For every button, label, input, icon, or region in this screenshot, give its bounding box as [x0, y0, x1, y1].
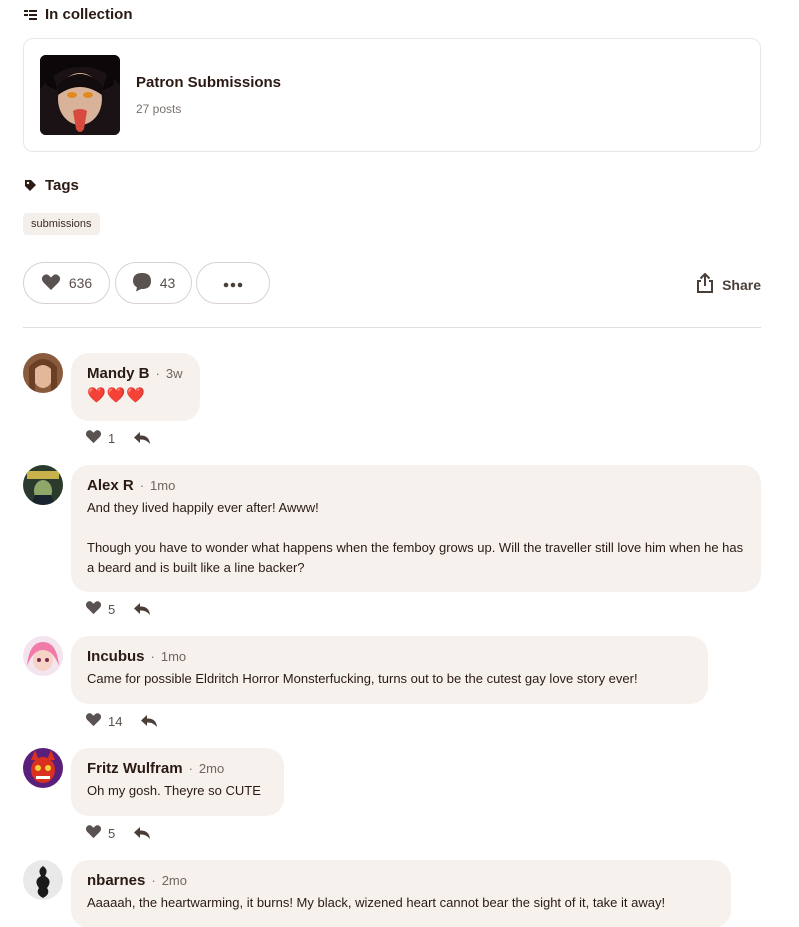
comment-author[interactable]: Mandy B — [87, 365, 150, 382]
comment-like-count: 1 — [108, 430, 116, 446]
avatar[interactable] — [23, 860, 63, 900]
comment-author[interactable]: Incubus — [87, 648, 145, 665]
comment-author[interactable]: nbarnes — [87, 872, 145, 889]
share-button[interactable]: Share — [696, 272, 761, 296]
comment-actions: 5 — [85, 600, 151, 618]
comment-like-count: 14 — [108, 713, 123, 729]
comment-button[interactable]: 43 — [115, 262, 192, 304]
comment-bubble: Mandy B · 3w ❤️❤️❤️ — [71, 353, 200, 421]
comment-text: Oh my gosh. Theyre so CUTE — [87, 783, 261, 798]
comment-text: Aaaaah, the heartwarming, it burns! My b… — [87, 895, 666, 910]
divider — [23, 327, 761, 328]
comment-time[interactable]: 1mo — [150, 478, 175, 493]
collection-post-count: 27 posts — [136, 102, 182, 116]
like-count: 636 — [68, 275, 93, 291]
comment-count: 43 — [159, 275, 176, 291]
more-options-button[interactable] — [196, 262, 270, 304]
collection-heading: In collection — [23, 6, 133, 23]
more-horizontal-icon — [223, 275, 243, 291]
tag-icon — [23, 179, 37, 193]
reply-icon[interactable] — [133, 602, 151, 616]
separator-dot: · — [151, 873, 156, 888]
heart-icon[interactable] — [85, 824, 102, 842]
heart-icon — [41, 273, 61, 294]
comment-icon — [132, 272, 152, 295]
comment-actions: 1 — [85, 429, 151, 447]
tags-heading: Tags — [23, 177, 79, 194]
avatar[interactable] — [23, 465, 63, 505]
comment-bubble: Incubus · 1mo Came for possible Eldritch… — [71, 636, 708, 704]
comment-bubble: Fritz Wulfram · 2mo Oh my gosh. Theyre s… — [71, 748, 284, 816]
heart-icon[interactable] — [85, 600, 102, 618]
comment-like-count: 5 — [108, 825, 116, 841]
collection-card[interactable]: Patron Submissions 27 posts — [23, 38, 761, 152]
comment-like-count: 5 — [108, 601, 116, 617]
tag-chip-submissions[interactable]: submissions — [23, 213, 100, 235]
separator-dot: · — [150, 649, 155, 664]
collection-title[interactable]: Patron Submissions — [136, 74, 281, 91]
avatar[interactable] — [23, 353, 63, 393]
comment-time[interactable]: 2mo — [199, 761, 224, 776]
separator-dot: · — [188, 761, 193, 776]
avatar[interactable] — [23, 636, 63, 676]
like-button[interactable]: 636 — [23, 262, 110, 304]
comment-actions: 5 — [85, 824, 151, 842]
comment-author[interactable]: Alex R — [87, 477, 134, 494]
comment-time[interactable]: 2mo — [162, 873, 187, 888]
reply-icon[interactable] — [140, 714, 158, 728]
list-icon — [23, 8, 37, 22]
collection-thumbnail — [40, 55, 120, 135]
heart-icon[interactable] — [85, 712, 102, 730]
comment-time[interactable]: 3w — [166, 366, 183, 381]
comment-text: Came for possible Eldritch Horror Monste… — [87, 671, 638, 686]
reply-icon[interactable] — [133, 826, 151, 840]
comment-text: And they lived happily ever after! Awww!… — [87, 500, 744, 575]
comment-text: ❤️❤️❤️ — [87, 387, 147, 404]
separator-dot: · — [139, 478, 145, 493]
comment-bubble: Alex R · 1mo And they lived happily ever… — [71, 465, 761, 592]
comment-actions: 14 — [85, 712, 158, 730]
reply-icon[interactable] — [133, 431, 151, 445]
avatar[interactable] — [23, 748, 63, 788]
comment-bubble: nbarnes · 2mo Aaaaah, the heartwarming, … — [71, 860, 731, 927]
collection-heading-label: In collection — [45, 6, 133, 23]
heart-icon[interactable] — [85, 429, 102, 447]
tags-heading-label: Tags — [45, 177, 79, 194]
share-icon — [696, 272, 714, 296]
separator-dot: · — [155, 366, 160, 381]
share-label: Share — [722, 276, 761, 293]
comment-time[interactable]: 1mo — [161, 649, 186, 664]
comment-author[interactable]: Fritz Wulfram — [87, 760, 183, 777]
